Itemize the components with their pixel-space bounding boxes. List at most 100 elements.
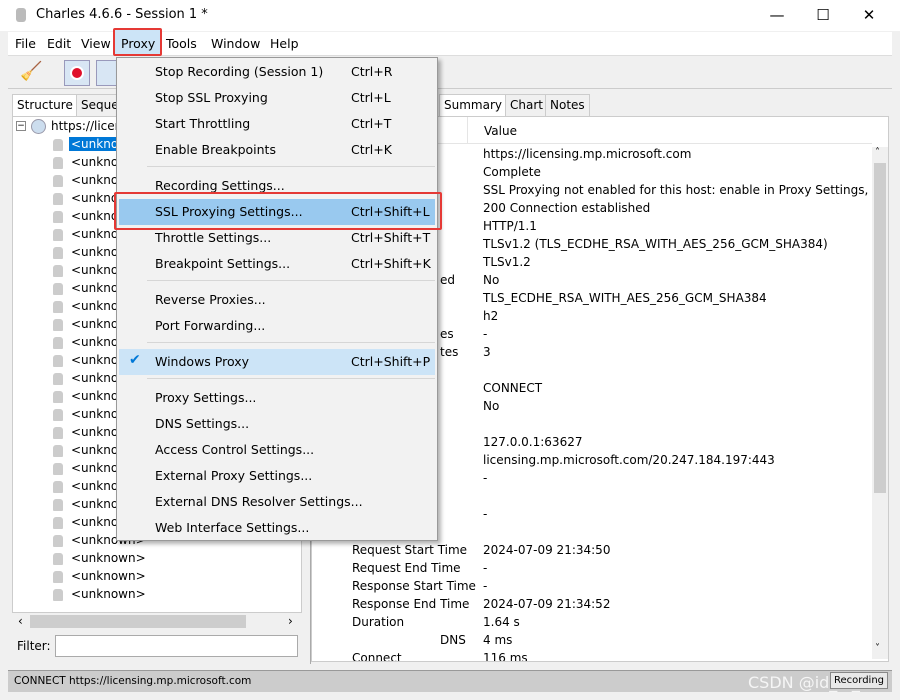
menu-item-label: Throttle Settings... — [155, 230, 272, 245]
row-value: - — [483, 471, 488, 485]
row-value: - — [483, 327, 488, 341]
menu-file[interactable]: File — [15, 36, 36, 51]
menu-proxy[interactable]: Proxy — [121, 36, 155, 51]
menu-item-windows-proxy[interactable]: ✔ Windows Proxy Ctrl+Shift+P — [119, 349, 435, 375]
scroll-down-icon[interactable]: ˅ — [875, 643, 880, 654]
scroll-thumb[interactable] — [874, 163, 886, 493]
menu-window[interactable]: Window — [211, 36, 260, 51]
lock-icon — [53, 301, 63, 313]
menu-item-reverse-proxies[interactable]: Reverse Proxies... — [119, 287, 435, 313]
table-row[interactable]: Request End Time - — [312, 560, 872, 578]
menu-item-shortcut: Ctrl+R — [351, 64, 393, 79]
menu-item-external-proxy-settings[interactable]: External Proxy Settings... — [119, 463, 435, 489]
row-value: 2024-07-09 21:34:50 — [483, 543, 611, 557]
menu-item-start-throttling[interactable]: Start Throttling Ctrl+T — [119, 111, 435, 137]
menu-separator — [147, 342, 435, 343]
record-button[interactable] — [64, 60, 90, 86]
menu-tools[interactable]: Tools — [166, 36, 197, 51]
lock-icon — [53, 229, 63, 241]
row-value: 200 Connection established — [483, 201, 651, 215]
tree-item-label: <unkno — [71, 299, 119, 313]
menu-item-web-interface-settings[interactable]: Web Interface Settings... — [119, 515, 435, 541]
lock-icon — [53, 589, 63, 601]
table-row[interactable]: Response Start Time - — [312, 578, 872, 596]
menu-help[interactable]: Help — [270, 36, 299, 51]
table-row[interactable]: Request Start Time 2024-07-09 21:34:50 — [312, 542, 872, 560]
row-value: 116 ms — [483, 651, 528, 662]
tab-summary[interactable]: Summary — [439, 94, 507, 116]
table-row[interactable]: DNS 4 ms — [312, 632, 872, 650]
horizontal-scrollbar[interactable]: ‹ › — [14, 613, 302, 630]
tree-item-label: <unkno — [71, 425, 119, 439]
menu-item-dns-settings[interactable]: DNS Settings... — [119, 411, 435, 437]
row-name: Response Start Time — [352, 579, 476, 593]
tree-item-label: <unkno — [71, 443, 119, 457]
menu-item-breakpoint-settings[interactable]: Breakpoint Settings... Ctrl+Shift+K — [119, 251, 435, 277]
row-value: 127.0.0.1:63627 — [483, 435, 583, 449]
row-value: SSL Proxying not enabled for this host: … — [483, 183, 884, 197]
tree-item-label: <unkno — [71, 191, 119, 205]
globe-icon — [31, 119, 46, 134]
tab-notes[interactable]: Notes — [545, 94, 590, 116]
tree-item-label: <unknown> — [71, 569, 146, 583]
lock-icon — [53, 319, 63, 331]
row-value: No — [483, 399, 500, 413]
row-value: h2 — [483, 309, 499, 323]
row-value: No — [483, 273, 500, 287]
filter-label: Filter: — [17, 639, 51, 653]
menu-item-label: Reverse Proxies... — [155, 292, 266, 307]
checkmark-icon: ✔ — [129, 352, 141, 368]
filter-input[interactable] — [55, 635, 298, 657]
menu-item-label: Web Interface Settings... — [155, 520, 310, 535]
row-value: - — [483, 561, 488, 575]
row-name: Connect — [352, 651, 402, 662]
menu-item-label: DNS Settings... — [155, 416, 250, 431]
title-bar: Charles 4.6.6 - Session 1 * — ☐ ✕ — [0, 0, 900, 31]
tab-structure[interactable]: Structure — [12, 94, 78, 116]
lock-icon — [53, 373, 63, 385]
scroll-up-icon[interactable]: ˄ — [875, 147, 880, 158]
scroll-left-icon[interactable]: ‹ — [18, 614, 23, 628]
scroll-right-icon[interactable]: › — [288, 614, 293, 628]
lock-icon — [53, 391, 63, 403]
row-value: 1.64 s — [483, 615, 520, 629]
table-row[interactable]: Connect 116 ms — [312, 650, 872, 662]
tree-item-label: <unkno — [71, 353, 119, 367]
lock-icon — [53, 139, 63, 151]
tab-chart[interactable]: Chart — [505, 94, 548, 116]
row-name: tes — [440, 345, 459, 359]
menu-item-port-forwarding[interactable]: Port Forwarding... — [119, 313, 435, 339]
menu-item-label: Enable Breakpoints — [155, 142, 276, 157]
minimize-button[interactable]: — — [762, 4, 792, 26]
row-value: Complete — [483, 165, 541, 179]
menu-edit[interactable]: Edit — [47, 36, 71, 51]
menu-item-stop-ssl-proxying[interactable]: Stop SSL Proxying Ctrl+L — [119, 85, 435, 111]
menu-view[interactable]: View — [81, 36, 111, 51]
maximize-button[interactable]: ☐ — [808, 4, 838, 26]
close-button[interactable]: ✕ — [854, 4, 884, 26]
menu-item-shortcut: Ctrl+T — [351, 116, 392, 131]
menu-item-proxy-settings[interactable]: Proxy Settings... — [119, 385, 435, 411]
menu-separator — [147, 166, 435, 167]
broom-clear-icon[interactable]: 🧹 — [20, 61, 42, 82]
menu-item-access-control-settings[interactable]: Access Control Settings... — [119, 437, 435, 463]
row-value: 3 — [483, 345, 491, 359]
row-name: DNS — [440, 633, 466, 647]
lock-icon — [53, 463, 63, 475]
lock-icon — [53, 427, 63, 439]
vertical-scrollbar[interactable]: ˄ ˅ — [872, 147, 888, 659]
menu-item-external-dns-resolver-settings[interactable]: External DNS Resolver Settings... — [119, 489, 435, 515]
row-value: HTTP/1.1 — [483, 219, 537, 233]
table-row[interactable]: Response End Time 2024-07-09 21:34:52 — [312, 596, 872, 614]
menu-item-enable-breakpoints[interactable]: Enable Breakpoints Ctrl+K — [119, 137, 435, 163]
lock-icon — [53, 571, 63, 583]
menu-item-shortcut: Ctrl+K — [351, 142, 392, 157]
tree-item-label: <unkno — [71, 335, 119, 349]
recording-button[interactable]: Recording — [830, 672, 889, 689]
menu-item-stop-recording-session-1[interactable]: Stop Recording (Session 1) Ctrl+R — [119, 59, 435, 85]
table-row[interactable]: Duration 1.64 s — [312, 614, 872, 632]
status-text: CONNECT https://licensing.mp.microsoft.c… — [14, 675, 252, 687]
collapse-icon[interactable]: − — [16, 121, 26, 131]
scroll-thumb[interactable] — [30, 615, 246, 628]
menu-item-label: Windows Proxy — [155, 354, 250, 369]
